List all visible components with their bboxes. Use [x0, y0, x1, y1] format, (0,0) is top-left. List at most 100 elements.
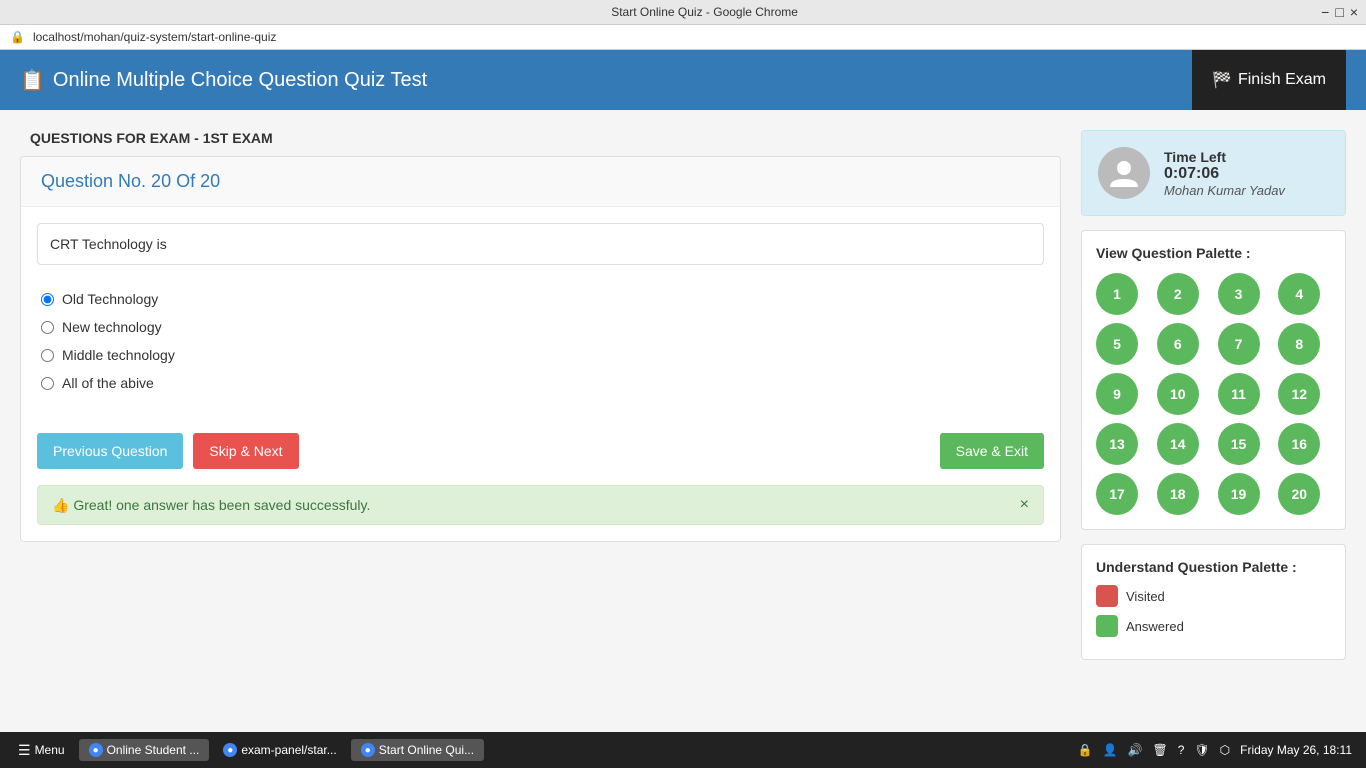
option-3-radio[interactable] [41, 349, 54, 362]
maximize-button[interactable]: □ [1335, 4, 1343, 20]
palette-grid: 1234567891011121314151617181920 [1096, 273, 1331, 515]
app-title: 📋 Online Multiple Choice Question Quiz T… [20, 68, 427, 93]
question-card: Question No. 20 Of 20 CRT Technology is … [20, 156, 1061, 542]
palette-button-14[interactable]: 14 [1157, 423, 1199, 465]
browser-title: Start Online Quiz - Google Chrome [88, 5, 1321, 19]
palette-card: View Question Palette : 1234567891011121… [1081, 230, 1346, 530]
right-panel: Time Left 0:07:06 Mohan Kumar Yadav View… [1081, 130, 1346, 660]
palette-button-10[interactable]: 10 [1157, 373, 1199, 415]
palette-button-18[interactable]: 18 [1157, 473, 1199, 515]
legend-answered: Answered [1096, 615, 1331, 637]
volume-icon: 🔊 [1128, 743, 1143, 757]
secure-icon: 🔒 [10, 30, 25, 44]
save-exit-button[interactable]: Save & Exit [940, 433, 1044, 469]
user-icon: 👤 [1103, 743, 1118, 757]
taskbar-right: 🔒 👤 🔊 🗑 ? 🛡 ⬡ Friday May 26, 18:11 [1078, 743, 1358, 757]
palette-button-12[interactable]: 12 [1278, 373, 1320, 415]
exam-name: 1ST EXAM [203, 130, 273, 146]
time-left-label: Time Left [1164, 149, 1285, 165]
menu-icon: ☰ [18, 742, 31, 759]
timer-info: Time Left 0:07:06 Mohan Kumar Yadav [1164, 149, 1285, 198]
help-icon: ? [1178, 743, 1185, 757]
palette-title: View Question Palette : [1096, 245, 1331, 261]
option-4: All of the abive [41, 375, 1040, 391]
browser-window-controls[interactable]: − □ × [1321, 4, 1358, 20]
legend-card: Understand Question Palette : Visited An… [1081, 544, 1346, 660]
datetime-display: Friday May 26, 18:11 [1240, 743, 1352, 757]
taskbar: ☰ Menu ● Online Student ... ● exam-panel… [0, 732, 1366, 768]
user-avatar [1098, 147, 1150, 199]
palette-button-3[interactable]: 3 [1218, 273, 1260, 315]
taskbar-tab-2-label: exam-panel/star... [241, 743, 336, 757]
palette-button-16[interactable]: 16 [1278, 423, 1320, 465]
url-text[interactable]: localhost/mohan/quiz-system/start-online… [33, 30, 276, 44]
palette-button-13[interactable]: 13 [1096, 423, 1138, 465]
palette-button-17[interactable]: 17 [1096, 473, 1138, 515]
taskbar-exam-panel[interactable]: ● exam-panel/star... [213, 739, 346, 761]
option-4-label[interactable]: All of the abive [62, 375, 154, 391]
finish-exam-label: Finish Exam [1238, 71, 1326, 89]
option-2: New technology [41, 319, 1040, 335]
palette-button-1[interactable]: 1 [1096, 273, 1138, 315]
option-3-label[interactable]: Middle technology [62, 347, 175, 363]
palette-button-19[interactable]: 19 [1218, 473, 1260, 515]
option-2-label[interactable]: New technology [62, 319, 162, 335]
visited-label: Visited [1126, 589, 1165, 604]
bluetooth-icon: ⬡ [1220, 743, 1230, 757]
skip-next-button[interactable]: Skip & Next [193, 433, 298, 469]
palette-button-4[interactable]: 4 [1278, 273, 1320, 315]
chrome-icon-1: ● [89, 743, 103, 757]
palette-button-8[interactable]: 8 [1278, 323, 1320, 365]
exam-header-label: QUESTIONS FOR EXAM - [30, 130, 203, 146]
clipboard-icon: 📋 [20, 68, 45, 93]
previous-question-button[interactable]: Previous Question [37, 433, 183, 469]
palette-button-15[interactable]: 15 [1218, 423, 1260, 465]
timer-card: Time Left 0:07:06 Mohan Kumar Yadav [1081, 130, 1346, 216]
question-text: CRT Technology is [37, 223, 1044, 265]
option-1: Old Technology [41, 291, 1040, 307]
legend-title: Understand Question Palette : [1096, 559, 1331, 575]
flag-icon: 🏁 [1212, 70, 1232, 90]
minimize-button[interactable]: − [1321, 4, 1329, 20]
palette-button-20[interactable]: 20 [1278, 473, 1320, 515]
option-1-label[interactable]: Old Technology [62, 291, 158, 307]
browser-titlebar: Start Online Quiz - Google Chrome − □ × [0, 0, 1366, 25]
visited-dot [1096, 585, 1118, 607]
finish-exam-button[interactable]: 🏁 Finish Exam [1192, 50, 1346, 110]
shield-icon: 🛡 [1194, 743, 1209, 757]
taskbar-menu[interactable]: ☰ Menu [8, 738, 75, 763]
option-4-radio[interactable] [41, 377, 54, 390]
left-panel: QUESTIONS FOR EXAM - 1ST EXAM Question N… [20, 130, 1061, 660]
palette-button-11[interactable]: 11 [1218, 373, 1260, 415]
legend-visited: Visited [1096, 585, 1331, 607]
app-title-text: Online Multiple Choice Question Quiz Tes… [53, 69, 427, 92]
option-2-radio[interactable] [41, 321, 54, 334]
palette-button-9[interactable]: 9 [1096, 373, 1138, 415]
palette-button-5[interactable]: 5 [1096, 323, 1138, 365]
taskbar-online-student[interactable]: ● Online Student ... [79, 739, 210, 761]
menu-label: Menu [35, 743, 65, 757]
palette-button-2[interactable]: 2 [1157, 273, 1199, 315]
answered-dot [1096, 615, 1118, 637]
taskbar-start-quiz[interactable]: ● Start Online Qui... [351, 739, 484, 761]
exam-header: QUESTIONS FOR EXAM - 1ST EXAM [20, 130, 1061, 146]
taskbar-tab-1-label: Online Student ... [107, 743, 200, 757]
success-alert: 👍 Great! one answer has been saved succe… [37, 485, 1044, 525]
app-header: 📋 Online Multiple Choice Question Quiz T… [0, 50, 1366, 110]
alert-close-button[interactable]: × [1020, 496, 1029, 514]
user-name: Mohan Kumar Yadav [1164, 183, 1285, 198]
trash-icon: 🗑 [1153, 743, 1168, 757]
option-1-radio[interactable] [41, 293, 54, 306]
chrome-icon-3: ● [361, 743, 375, 757]
main-content: QUESTIONS FOR EXAM - 1ST EXAM Question N… [0, 110, 1366, 680]
close-button[interactable]: × [1350, 4, 1358, 20]
options-container: Old Technology New technology Middle tec… [21, 281, 1060, 423]
address-bar: 🔒 localhost/mohan/quiz-system/start-onli… [0, 25, 1366, 50]
lock-icon: 🔒 [1078, 743, 1093, 757]
palette-button-6[interactable]: 6 [1157, 323, 1199, 365]
success-message: 👍 Great! one answer has been saved succe… [52, 497, 370, 514]
palette-button-7[interactable]: 7 [1218, 323, 1260, 365]
taskbar-tab-3-label: Start Online Qui... [379, 743, 474, 757]
question-number: Question No. 20 Of 20 [21, 157, 1060, 207]
option-3: Middle technology [41, 347, 1040, 363]
